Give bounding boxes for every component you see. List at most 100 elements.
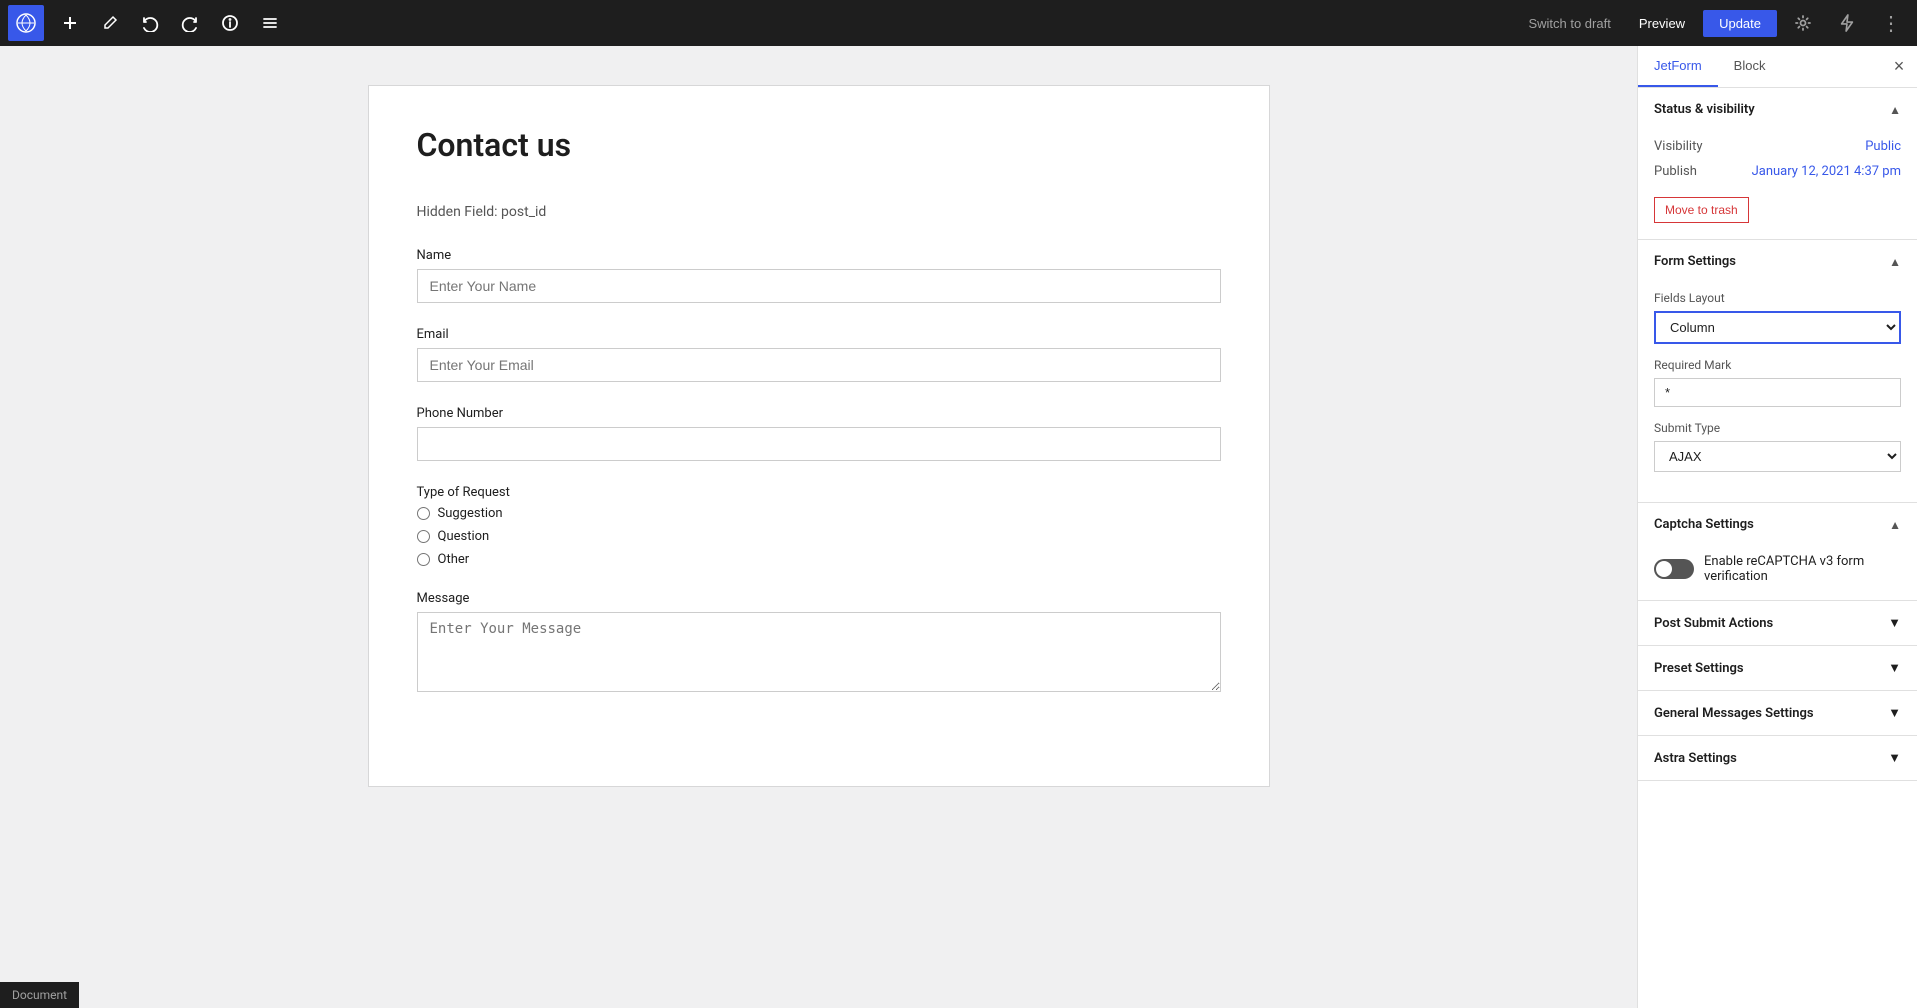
post-submit-actions-header[interactable]: Post Submit Actions ▼ xyxy=(1638,601,1917,645)
form-settings-section: Form Settings ▲ Fields Layout Column Row… xyxy=(1638,240,1917,503)
main-layout: Contact us Hidden Field: post_id Name Em… xyxy=(0,46,1917,1008)
name-label: Name xyxy=(417,248,1221,263)
captcha-settings-chevron: ▲ xyxy=(1889,518,1901,532)
message-field-group: Message xyxy=(417,591,1221,696)
info-button[interactable] xyxy=(212,5,248,41)
message-textarea[interactable] xyxy=(417,612,1221,692)
status-visibility-chevron: ▲ xyxy=(1889,103,1901,117)
editor-area: Contact us Hidden Field: post_id Name Em… xyxy=(0,46,1637,1008)
switch-to-draft-button[interactable]: Switch to draft xyxy=(1518,10,1620,37)
required-mark-field: Required Mark xyxy=(1654,358,1901,407)
recaptcha-toggle-row: Enable reCAPTCHA v3 form verification xyxy=(1654,554,1901,584)
form-settings-chevron: ▲ xyxy=(1889,255,1901,269)
name-input[interactable] xyxy=(417,269,1221,303)
status-visibility-body: Visibility Public Publish January 12, 20… xyxy=(1638,131,1917,239)
phone-input[interactable] xyxy=(417,427,1221,461)
sidebar-header: JetForm Block × xyxy=(1638,46,1917,88)
lightning-button[interactable] xyxy=(1829,5,1865,41)
required-mark-label: Required Mark xyxy=(1654,358,1901,372)
general-messages-chevron: ▼ xyxy=(1888,705,1901,721)
email-label: Email xyxy=(417,327,1221,342)
undo-button[interactable] xyxy=(132,5,168,41)
radio-question-label: Question xyxy=(438,529,490,544)
editor-content: Contact us Hidden Field: post_id Name Em… xyxy=(369,86,1269,786)
submit-type-select[interactable]: AJAX Page Reload xyxy=(1654,441,1901,472)
post-submit-actions-section: Post Submit Actions ▼ xyxy=(1638,601,1917,646)
type-of-request-group: Type of Request Suggestion Question Othe… xyxy=(417,485,1221,567)
recaptcha-toggle[interactable] xyxy=(1654,559,1694,579)
astra-settings-title: Astra Settings xyxy=(1654,751,1737,766)
tab-block[interactable]: Block xyxy=(1718,46,1782,87)
sidebar-close-button[interactable]: × xyxy=(1881,49,1917,85)
status-visibility-title: Status & visibility xyxy=(1654,102,1755,117)
hidden-field-label: Hidden Field: post_id xyxy=(417,204,1221,220)
form-settings-title: Form Settings xyxy=(1654,254,1736,269)
status-visibility-header[interactable]: Status & visibility ▲ xyxy=(1638,88,1917,131)
captcha-settings-section: Captcha Settings ▲ Enable reCAPTCHA v3 f… xyxy=(1638,503,1917,601)
radio-suggestion-input[interactable] xyxy=(417,507,430,520)
wordpress-logo[interactable] xyxy=(8,5,44,41)
astra-settings-chevron: ▼ xyxy=(1888,750,1901,766)
toolbar-right: Switch to draft Preview Update ⋮ xyxy=(1518,5,1909,41)
toolbar-left xyxy=(8,5,288,41)
recaptcha-label: Enable reCAPTCHA v3 form verification xyxy=(1704,554,1901,584)
post-submit-actions-title: Post Submit Actions xyxy=(1654,616,1773,631)
phone-label: Phone Number xyxy=(417,406,1221,421)
astra-settings-header[interactable]: Astra Settings ▼ xyxy=(1638,736,1917,780)
radio-other: Other xyxy=(417,552,1221,567)
radio-group: Suggestion Question Other xyxy=(417,506,1221,567)
captcha-settings-header[interactable]: Captcha Settings ▲ xyxy=(1638,503,1917,546)
email-input[interactable] xyxy=(417,348,1221,382)
submit-type-field: Submit Type AJAX Page Reload xyxy=(1654,421,1901,472)
fields-layout-label: Fields Layout xyxy=(1654,291,1901,305)
more-options-button[interactable]: ⋮ xyxy=(1873,5,1909,41)
visibility-label: Visibility xyxy=(1654,139,1703,154)
preset-settings-chevron: ▼ xyxy=(1888,660,1901,676)
redo-button[interactable] xyxy=(172,5,208,41)
form-settings-header[interactable]: Form Settings ▲ xyxy=(1638,240,1917,283)
settings-button[interactable] xyxy=(1785,5,1821,41)
publish-label: Publish xyxy=(1654,164,1697,179)
radio-other-label: Other xyxy=(438,552,470,567)
radio-other-input[interactable] xyxy=(417,553,430,566)
document-label: Document xyxy=(12,988,67,1002)
fields-layout-select[interactable]: Column Row xyxy=(1654,311,1901,344)
captcha-settings-body: Enable reCAPTCHA v3 form verification xyxy=(1638,546,1917,600)
radio-suggestion-label: Suggestion xyxy=(438,506,503,521)
radio-question-input[interactable] xyxy=(417,530,430,543)
preset-settings-header[interactable]: Preset Settings ▼ xyxy=(1638,646,1917,690)
radio-suggestion: Suggestion xyxy=(417,506,1221,521)
form-settings-body: Fields Layout Column Row Required Mark S… xyxy=(1638,283,1917,502)
astra-settings-section: Astra Settings ▼ xyxy=(1638,736,1917,781)
document-footer: Document xyxy=(0,982,79,1008)
page-title[interactable]: Contact us xyxy=(417,126,1221,164)
post-submit-actions-chevron: ▼ xyxy=(1888,615,1901,631)
name-field-group: Name xyxy=(417,248,1221,303)
captcha-settings-title: Captcha Settings xyxy=(1654,517,1754,532)
status-visibility-section: Status & visibility ▲ Visibility Public … xyxy=(1638,88,1917,240)
add-block-button[interactable] xyxy=(52,5,88,41)
preview-button[interactable]: Preview xyxy=(1629,10,1695,37)
submit-type-label: Submit Type xyxy=(1654,421,1901,435)
list-view-button[interactable] xyxy=(252,5,288,41)
type-of-request-label: Type of Request xyxy=(417,485,1221,500)
tab-jetform[interactable]: JetForm xyxy=(1638,46,1718,87)
update-button[interactable]: Update xyxy=(1703,10,1777,37)
right-sidebar: JetForm Block × Status & visibility ▲ Vi… xyxy=(1637,46,1917,1008)
general-messages-title: General Messages Settings xyxy=(1654,706,1814,721)
preset-settings-title: Preset Settings xyxy=(1654,661,1744,676)
radio-question: Question xyxy=(417,529,1221,544)
phone-field-group: Phone Number xyxy=(417,406,1221,461)
email-field-group: Email xyxy=(417,327,1221,382)
move-to-trash-button[interactable]: Move to trash xyxy=(1654,197,1749,223)
visibility-row: Visibility Public xyxy=(1654,139,1901,154)
publish-value[interactable]: January 12, 2021 4:37 pm xyxy=(1752,164,1901,179)
edit-button[interactable] xyxy=(92,5,128,41)
required-mark-input[interactable] xyxy=(1654,378,1901,407)
general-messages-header[interactable]: General Messages Settings ▼ xyxy=(1638,691,1917,735)
toolbar: Switch to draft Preview Update ⋮ xyxy=(0,0,1917,46)
fields-layout-field: Fields Layout Column Row xyxy=(1654,291,1901,344)
visibility-value[interactable]: Public xyxy=(1865,139,1901,154)
publish-row: Publish January 12, 2021 4:37 pm xyxy=(1654,164,1901,179)
general-messages-section: General Messages Settings ▼ xyxy=(1638,691,1917,736)
